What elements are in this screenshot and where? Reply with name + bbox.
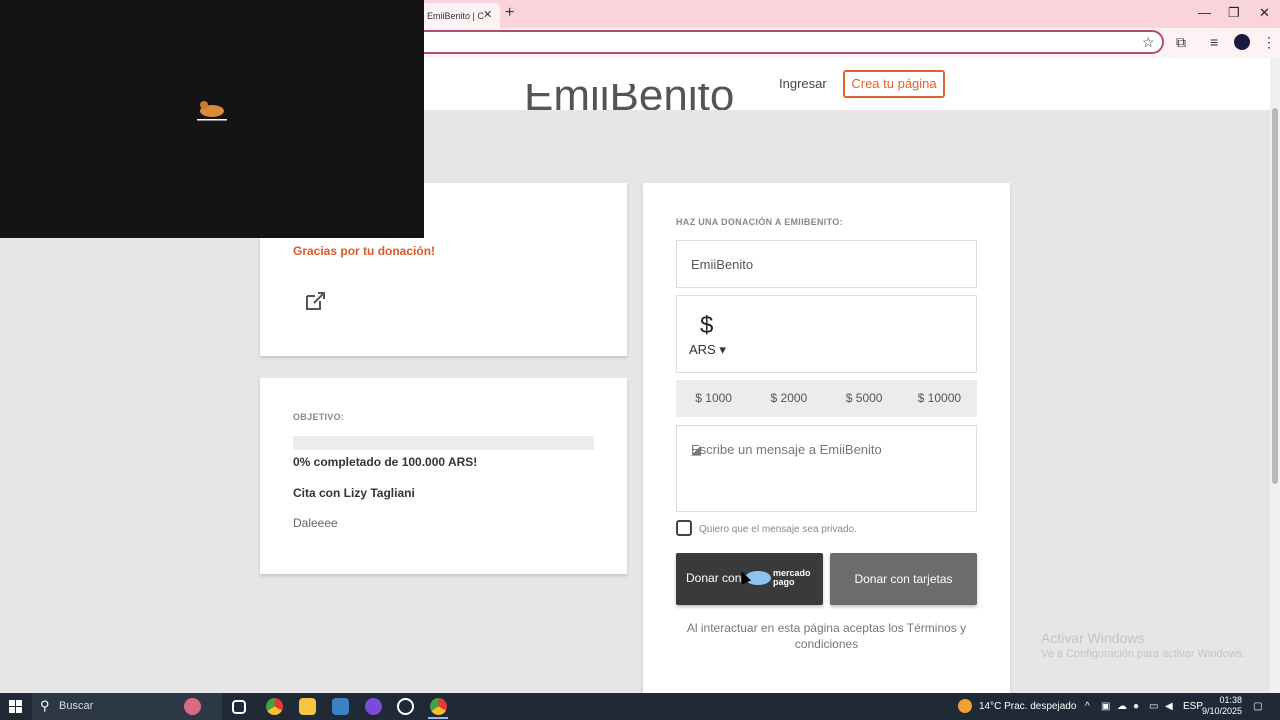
amount-field[interactable] [676, 295, 977, 373]
extensions-icon[interactable]: ⧉ [1176, 34, 1186, 51]
obs-icon[interactable] [397, 698, 414, 715]
tab-title: EmiiBenito | C [427, 11, 484, 21]
search-icon: ⚲ [40, 698, 50, 713]
preset-10000-button[interactable]: $ 10000 [902, 380, 977, 417]
menu-icon[interactable]: ⋮ [1262, 34, 1276, 51]
caret-down-icon: ▾ [719, 342, 726, 357]
taskbar-clock[interactable]: 01:38 9/10/2025 [1200, 695, 1242, 717]
onedrive-icon[interactable]: ☁ [1117, 701, 1127, 712]
goal-card [260, 378, 627, 574]
cat-logo-icon [197, 101, 227, 121]
active-app-indicator [428, 717, 448, 719]
tray-chevron-icon[interactable]: ^ [1085, 701, 1090, 712]
goal-progress-bar [293, 436, 594, 450]
minimize-button[interactable]: — [1198, 5, 1211, 20]
media-icon[interactable]: ≡ [1210, 34, 1218, 50]
mercadopago-logo-icon: mercado pago [745, 569, 813, 589]
preset-5000-button[interactable]: $ 5000 [827, 380, 902, 417]
clock-time: 01:38 [1219, 695, 1242, 705]
mercadopago-logo-text: mercado pago [773, 568, 811, 587]
page-title: EmiiBenito [524, 84, 734, 110]
donate-cards-button[interactable]: Donar con tarjetas [830, 553, 977, 605]
private-message-checkbox[interactable] [676, 520, 692, 536]
create-page-button[interactable]: Crea tu página [843, 70, 945, 98]
task-view-icon[interactable] [232, 700, 246, 714]
goal-label: OBJETIVO: [293, 412, 345, 422]
chrome-icon[interactable] [266, 698, 283, 715]
mercadopago-button-label: Donar con [686, 571, 742, 585]
file-explorer-icon[interactable] [299, 698, 316, 715]
address-bar[interactable] [396, 30, 1164, 54]
goal-title: Cita con Lizy Tagliani [293, 486, 415, 500]
taskbar-search-label: Buscar [59, 700, 94, 712]
volume-icon[interactable]: ◀ [1165, 701, 1173, 712]
goal-description: Daleeee [293, 516, 338, 530]
discord-icon[interactable] [365, 698, 382, 715]
external-link-icon[interactable] [304, 290, 328, 312]
amount-presets: $ 1000 $ 2000 $ 5000 $ 10000 [676, 380, 977, 417]
windows-start-icon[interactable] [9, 700, 22, 713]
login-link[interactable]: Ingresar [779, 76, 827, 91]
chrome-profile-icon[interactable] [430, 698, 447, 715]
scrollbar-thumb[interactable] [1272, 108, 1278, 484]
new-tab-button[interactable]: + [505, 4, 514, 22]
goal-progress-text: 0% completado de 100.000 ARS! [293, 455, 478, 469]
tab-close-icon[interactable]: ✕ [483, 8, 492, 21]
resize-handle-icon[interactable]: ◢ [691, 442, 974, 509]
clock-date: 9/10/2025 [1201, 706, 1242, 716]
weather-icon [958, 699, 972, 713]
microphone-icon[interactable]: ● [1133, 701, 1139, 712]
currency-value: ARS [689, 342, 716, 357]
activation-watermark-title: Activar Windows [1041, 630, 1145, 646]
star-icon[interactable]: ☆ [1142, 34, 1155, 51]
message-textarea[interactable]: Escribe un mensaje a EmiiBenito ◢ [676, 425, 977, 512]
octopus-icon [184, 698, 201, 715]
activation-watermark-subtitle: Ve a Configuración para activar Windows. [1041, 648, 1246, 660]
donor-name-value: EmiiBenito [691, 257, 754, 272]
page-title-text: EmiiBenito [524, 84, 735, 110]
currency-select[interactable]: ARS ▾ [689, 342, 726, 358]
notifications-icon[interactable]: ▢ [1253, 701, 1262, 712]
tray-app-icon[interactable]: ▣ [1101, 701, 1110, 712]
store-icon[interactable] [332, 698, 349, 715]
preset-1000-button[interactable]: $ 1000 [676, 380, 751, 417]
profile-avatar[interactable] [1234, 34, 1250, 50]
restore-button[interactable]: ❐ [1228, 5, 1240, 21]
currency-symbol: $ [700, 312, 714, 339]
close-window-button[interactable]: ✕ [1259, 5, 1270, 21]
donation-heading: HAZ UNA DONACIÓN A EMIIBENITO: [676, 217, 843, 227]
weather-text[interactable]: 14°C Prac. despejado [979, 701, 1076, 712]
network-icon[interactable]: ▭ [1149, 701, 1158, 712]
terms-text[interactable]: Al interactuar en esta página aceptas lo… [676, 620, 977, 652]
thanks-message: Gracias por tu donación! [293, 244, 436, 258]
preset-2000-button[interactable]: $ 2000 [751, 380, 826, 417]
private-message-label: Quiero que el mensaje sea privado. [699, 524, 857, 535]
donor-name-field[interactable]: EmiiBenito [676, 240, 977, 288]
